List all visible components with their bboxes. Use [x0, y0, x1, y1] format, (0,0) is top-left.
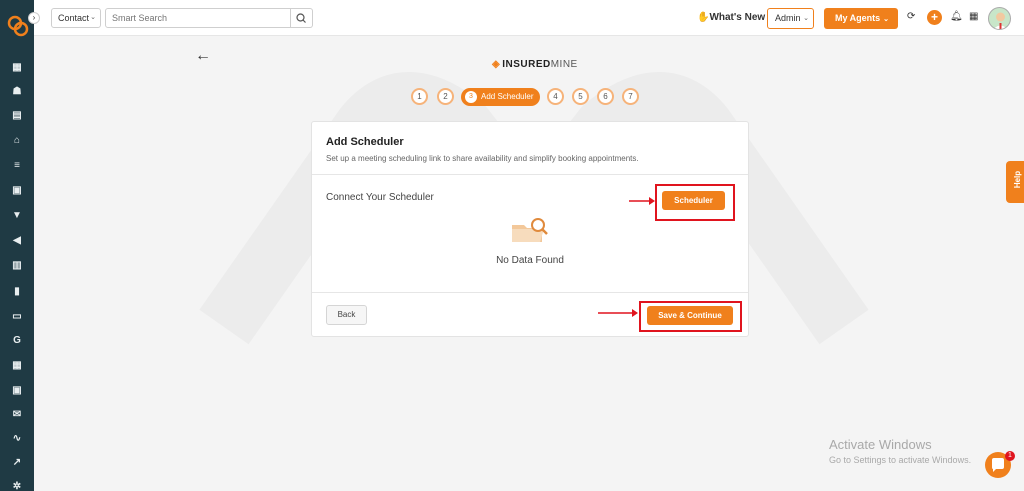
mail-icon[interactable]: ✉ — [11, 409, 23, 421]
google-icon[interactable]: G — [11, 335, 23, 347]
card-title: Add Scheduler — [326, 136, 404, 148]
save-highlight-box — [639, 301, 742, 332]
clipboard-icon[interactable]: ▥ — [11, 260, 23, 272]
contact-select-label: Contact — [58, 13, 90, 23]
empty-folder-icon — [512, 218, 548, 242]
chevron-down-icon: ⌄ — [883, 16, 890, 23]
no-data-text: No Data Found — [496, 255, 564, 266]
step-5[interactable]: 5 — [572, 88, 589, 105]
list-icon[interactable]: ≡ — [11, 160, 23, 172]
help-label: Help — [1013, 170, 1023, 189]
my-agents-label: My Agents — [835, 13, 881, 23]
refresh-icon[interactable]: ⟳ — [907, 11, 915, 22]
step-3-label: Add Scheduler — [481, 92, 534, 101]
admin-select-label: Admin — [775, 13, 801, 23]
contacts-icon[interactable]: ☗ — [11, 86, 23, 98]
institution-icon[interactable]: ⌂ — [11, 135, 23, 147]
brand-mark-icon: ◈ — [492, 59, 501, 70]
bell-icon[interactable]: 🔔︎ — [950, 11, 963, 22]
admin-select[interactable]: Admin ⌄ — [767, 8, 814, 29]
step-3-active[interactable]: 3 Add Scheduler — [461, 88, 540, 106]
user-avatar[interactable] — [988, 7, 1011, 30]
brand-main: INSURED — [502, 59, 551, 70]
connect-scheduler-label: Connect Your Scheduler — [326, 192, 434, 203]
thumbs-up-icon: ✋ — [697, 12, 710, 23]
step-4[interactable]: 4 — [547, 88, 564, 105]
insuredmine-brand: ◈ INSUREDMINE — [492, 59, 578, 70]
whats-new-label: What's New — [709, 12, 766, 23]
step-7[interactable]: 7 — [622, 88, 639, 105]
card-header: Add Scheduler Set up a meeting schedulin… — [312, 122, 748, 175]
smart-search-input[interactable] — [105, 8, 291, 28]
scheduler-highlight-box — [655, 184, 735, 221]
top-bar: Contact ⌄ ✋What's New Admin ⌄ My Agents⌄… — [34, 0, 1024, 36]
red-arrow-icon — [629, 197, 655, 205]
main-content: ← ◈ INSUREDMINE 1 2 3 Add Scheduler 4 5 6… — [34, 37, 1024, 491]
back-arrow-icon[interactable]: ← — [195, 47, 211, 65]
contact-type-select[interactable]: Contact ⌄ — [51, 8, 101, 28]
chevron-down-icon: ⌄ — [803, 15, 809, 22]
signature-icon[interactable]: ∿ — [11, 433, 23, 445]
activate-subtitle: Go to Settings to activate Windows. — [829, 455, 972, 465]
my-agents-button[interactable]: My Agents ⌄ — [824, 8, 898, 29]
line-chart-icon[interactable]: ↗ — [11, 457, 23, 469]
calculator-icon[interactable]: ▦ — [969, 11, 978, 22]
calendar-icon[interactable]: ▣ — [11, 385, 23, 397]
chat-notification-badge: 1 — [1005, 451, 1015, 461]
search-button[interactable] — [291, 8, 313, 28]
step-6[interactable]: 6 — [597, 88, 614, 105]
activate-title: Activate Windows — [829, 437, 932, 452]
whats-new-link[interactable]: ✋What's New — [697, 12, 765, 23]
chevron-down-icon: ⌄ — [90, 14, 96, 21]
insuredmine-logo-icon[interactable] — [7, 15, 29, 37]
contact-card-icon[interactable]: ▣ — [11, 185, 23, 197]
table-icon[interactable]: ▦ — [11, 360, 23, 372]
red-arrow-icon — [598, 309, 638, 317]
funnel-icon[interactable]: ▼ — [11, 210, 23, 222]
bar-chart-icon[interactable]: ▮ — [11, 286, 23, 298]
documents-icon[interactable]: ▤ — [11, 110, 23, 122]
sidebar-collapse-button[interactable]: › — [28, 12, 40, 24]
activate-windows-watermark: Activate Windows Go to Settings to activ… — [829, 437, 971, 465]
card-subtitle: Set up a meeting scheduling link to shar… — [326, 154, 639, 163]
sidebar: ▦ ☗ ▤ ⌂ ≡ ▣ ▼ ◀ ▥ ▮ ▭ G ▦ ▣ ✉ ∿ ↗ ✲ — [0, 0, 34, 491]
megaphone-icon[interactable]: ◀ — [11, 235, 23, 247]
help-tab[interactable]: Help — [1006, 161, 1024, 203]
add-button[interactable]: + — [927, 10, 942, 25]
folder-icon[interactable]: ▭ — [11, 311, 23, 323]
search-icon — [296, 13, 306, 23]
dashboard-icon[interactable]: ▦ — [11, 62, 23, 74]
settings-icon[interactable]: ✲ — [11, 481, 23, 491]
brand-sub: MINE — [550, 59, 578, 70]
step-1[interactable]: 1 — [411, 88, 428, 105]
back-button[interactable]: Back — [326, 305, 367, 325]
step-3-number: 3 — [465, 91, 477, 103]
step-2[interactable]: 2 — [437, 88, 454, 105]
